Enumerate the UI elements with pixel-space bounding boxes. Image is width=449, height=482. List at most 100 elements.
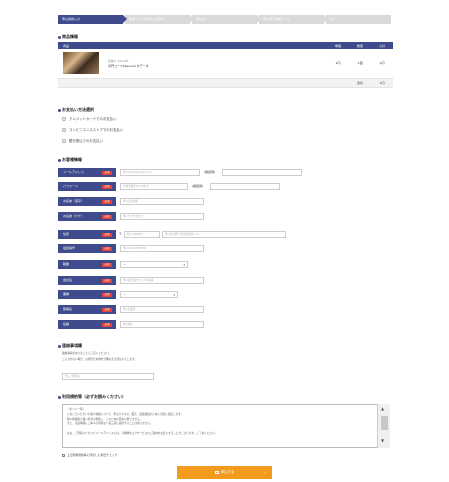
kana-label: お名前（カナ） 必須 [58,212,116,221]
terms-textarea[interactable]: （ポリシー等） 入力していただいた個人情報について、申込クラスの、販売、商品発送… [62,404,390,448]
label-text: 職業 [63,262,70,266]
title-text: 連絡事項欄 [62,343,82,348]
title-text: お客様情報 [62,157,82,162]
radio-button[interactable] [62,139,66,143]
job-select[interactable]: --- ▾ [120,261,188,268]
industry-label: 業種 必須 [58,290,116,299]
remarks-field[interactable]: 例) ご質問は [62,373,154,380]
agree-checkbox-row[interactable]: 上記利用規約等に同意した場合チェック [62,453,117,457]
product-name: 商品ID: XXX-001 専門コースSpecialメタデータ [108,59,149,68]
label-text: お名前（カナ） [63,214,85,218]
label-text: パスワード [63,184,79,188]
payment-option-bank[interactable]: 銀行振込でのお支払い [62,138,103,143]
address-row: 住所 必須 〒 例) 1234567 例) 東京都千代田区神田1-1-1 [58,230,393,239]
scroll-down-icon[interactable]: ▼ [381,438,384,443]
radio-button[interactable] [62,117,66,121]
required-badge: 必須 [102,322,112,327]
select-value: --- [123,263,126,266]
terms-scrollbar[interactable]: ▲ ▼ [377,404,390,448]
terms-section-title: 利用規約等（必ずお読みください） [58,394,126,400]
job-row: 職業 必須 --- ▾ [58,260,393,269]
required-badge: 必須 [102,307,112,312]
step-label: 申込完了 [196,17,209,21]
kana-field[interactable]: 例) ヤマダタロウ [120,213,204,220]
product-price: 1円 [327,49,349,79]
required-badge: 必須 [102,262,112,267]
option-label: クレジットカードでのお支払い [69,117,117,121]
address-label: 住所 必須 [58,230,116,239]
position-field[interactable]: 例) 課長 [120,321,204,328]
position-row: 役職 必須 例) 課長 [58,320,393,329]
step-label: 申込完了確認メール [263,17,291,21]
zip-field[interactable]: 例) 1234567 [124,231,160,238]
remarks-note-2: ご入力がない場合、お問合せ内容を空欄のまま送信いたします。 [62,358,137,361]
total-value: 1円 [371,78,393,88]
product-qty: 1個 [349,49,371,79]
option-label: 銀行振込でのお支払い [69,139,103,143]
product-table: 商品 単価 数量 小計 商品ID: XXX-001 専門コースSpecialメタ… [58,42,393,88]
password-field[interactable]: 半角英数字8〜16文字 [120,183,188,190]
col-item: 商品 [58,42,327,49]
dept-field[interactable]: 例) 営業部 [120,306,204,313]
name-field[interactable]: 例) 山田太郎 [120,198,204,205]
col-price: 単価 [327,42,349,49]
password-confirm-field[interactable] [210,183,280,190]
submit-label: 申込する [220,470,235,474]
chevron-down-icon: ▾ [183,263,185,267]
required-badge: 必須 [102,184,112,189]
product-subtotal: 1円 [371,49,393,79]
email-confirm-label: (確認用) [204,170,216,174]
agree-label: 上記利用規約等に同意した場合チェック [67,453,118,457]
email-label: メールアドレス 必須 [58,168,116,177]
dept-label: 部署名 必須 [58,305,116,314]
industry-select[interactable]: --- ▾ [120,291,178,298]
email-field[interactable]: 例) mail@sample.com [120,169,200,176]
remarks-note-1: 連絡事項がありましたらご記入ください。 [62,352,112,355]
scroll-thumb[interactable] [381,416,388,430]
company-row: 会社名 必須 例) 株式会社サンプル商事 [58,276,393,285]
phone-row: 電話番号 必須 例) 09012345678 [58,244,393,253]
phone-field[interactable]: 例) 09012345678 [120,245,204,252]
job-label: 職業 必須 [58,260,116,269]
required-badge: 必須 [102,232,112,237]
label-text: 会社名 [63,278,73,282]
agree-checkbox[interactable] [62,453,65,457]
label-text: 部署名 [63,307,73,311]
label-text: 住所 [63,232,70,236]
name-label: お名前（漢字） 必須 [58,197,116,206]
label-text: メールアドレス [63,170,85,174]
product-section-title: 商品情報 [58,34,78,40]
company-field[interactable]: 例) 株式会社サンプル商事 [120,277,204,284]
address-field[interactable]: 例) 東京都千代田区神田1-1-1 [162,231,286,238]
chevron-down-icon: ▾ [173,293,175,297]
name-row: お名前（漢字） 必須 例) 山田太郎 [58,197,393,206]
email-row: メールアドレス 必須 例) mail@sample.com (確認用) [58,168,393,177]
position-label: 役職 必須 [58,320,116,329]
dept-row: 部署名 必須 例) 営業部 [58,305,393,314]
label-text: 業種 [63,292,70,296]
step-4: 申込完了確認メール [259,15,328,24]
product-image [63,52,99,75]
step-1: 申込情報入力 [58,15,127,24]
scroll-up-icon[interactable]: ▲ [381,406,384,411]
password-label: パスワード 必須 [58,182,116,191]
payment-option-convenience[interactable]: コンビニエンスストアでのお支払い [62,127,123,132]
cart-icon [214,470,219,474]
payment-option-credit[interactable]: クレジットカードでのお支払い [62,116,116,121]
label-text: お名前（漢字） [63,199,85,203]
required-badge: 必須 [102,214,112,219]
title-text: 商品情報 [62,34,78,39]
total-row: 合計 1円 [58,78,393,88]
select-value: --- [123,293,126,296]
email-confirm-field[interactable] [222,169,302,176]
chevron-right-icon: › [264,470,266,475]
password-row: パスワード 必須 半角英数字8〜16文字 (確認用) [58,182,393,191]
payment-section-title: お支払い方法選択 [58,107,94,113]
required-badge: 必須 [102,246,112,251]
required-badge: 必須 [102,278,112,283]
submit-button[interactable]: 申込する › [177,466,272,479]
zip-mark: 〒 [119,232,123,236]
option-label: コンビニエンスストアでのお支払い [69,128,124,132]
radio-button[interactable] [62,128,66,132]
title-text: お支払い方法選択 [62,107,94,112]
